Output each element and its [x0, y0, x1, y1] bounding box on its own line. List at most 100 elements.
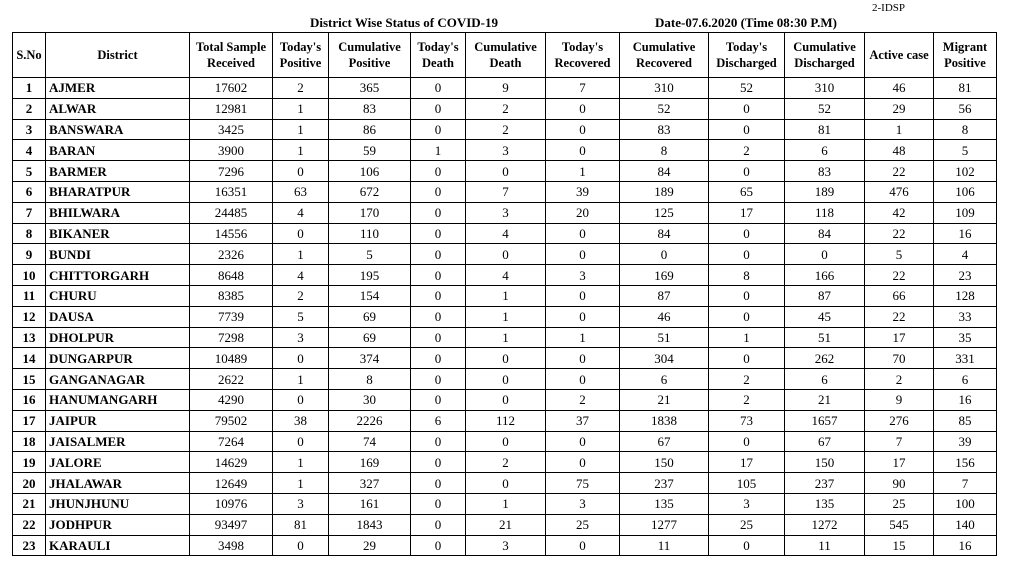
cell-todays-discharged: 0: [708, 97, 785, 120]
cell-todays-positive: 0: [272, 222, 329, 245]
cell-migrant-positive: 16: [933, 388, 997, 411]
cell-cumulative-recovered: 11: [619, 534, 709, 557]
cell-total-sample-received: 8385: [189, 284, 273, 307]
cell-migrant-positive: 106: [933, 180, 997, 203]
cell-total-sample-received: 2326: [189, 243, 273, 266]
cell-todays-positive: 0: [272, 347, 329, 370]
cell-cumulative-death: 0: [465, 472, 546, 494]
cell-district: BARAN: [45, 139, 190, 162]
cell-cumulative-recovered: 21: [619, 388, 709, 411]
cell-cumulative-positive: 374: [328, 347, 411, 370]
cell-cumulative-discharged: 6: [784, 139, 865, 162]
cell-active-case: 29: [864, 97, 934, 120]
cell-todays-positive: 1: [272, 243, 329, 266]
cell-cumulative-recovered: 52: [619, 97, 709, 120]
cell-cumulative-recovered: 8: [619, 139, 709, 162]
cell-migrant-positive: 85: [933, 409, 997, 432]
cell-total-sample-received: 8648: [189, 264, 273, 286]
cell-todays-recovered: 3: [545, 264, 620, 286]
cell-todays-recovered: 0: [545, 347, 620, 370]
cell-cumulative-discharged: 0: [784, 243, 865, 266]
table-row: 8 BIKANER 14556 0 110 0 4 0 84 0 84 22 16: [12, 222, 997, 245]
cell-migrant-positive: 16: [933, 222, 997, 245]
cell-cumulative-discharged: 118: [784, 201, 865, 224]
cell-active-case: 22: [864, 305, 934, 328]
cell-total-sample-received: 12649: [189, 472, 273, 494]
cell-todays-death: 0: [410, 264, 466, 286]
cell-cumulative-positive: 365: [328, 77, 411, 99]
cell-todays-death: 0: [410, 97, 466, 120]
table-row: 21 JHUNJHUNU 10976 3 161 0 1 3 135 3 135 25 100: [12, 492, 997, 515]
district-status-table: S.No District Total Sample Received Today's…: [12, 32, 997, 557]
cell-todays-recovered: 0: [545, 284, 620, 307]
cell-active-case: 17: [864, 326, 934, 349]
table-header-row: S.No District Total Sample Received Today's…: [12, 32, 997, 78]
cell-todays-discharged: 0: [708, 243, 785, 266]
cell-active-case: 1: [864, 118, 934, 141]
cell-migrant-positive: 8: [933, 118, 997, 141]
cell-cumulative-death: 3: [465, 139, 546, 162]
cell-cumulative-death: 21: [465, 513, 546, 536]
cell-cumulative-death: 3: [465, 534, 546, 557]
cell-migrant-positive: 56: [933, 97, 997, 120]
cell-todays-recovered: 1: [545, 160, 620, 182]
cell-cumulative-discharged: 11: [784, 534, 865, 557]
cell-cumulative-recovered: 67: [619, 430, 709, 453]
cell-todays-death: 6: [410, 409, 466, 432]
cell-todays-discharged: 73: [708, 409, 785, 432]
cell-cumulative-discharged: 81: [784, 118, 865, 141]
cell-district: JHALAWAR: [45, 472, 190, 494]
table-row: 15 GANGANAGAR 2622 1 8 0 0 0 6 2 6 2 6: [12, 368, 997, 390]
cell-cumulative-discharged: 189: [784, 180, 865, 203]
cell-todays-recovered: 0: [545, 97, 620, 120]
cell-cumulative-discharged: 135: [784, 492, 865, 515]
table-row: 1 AJMER 17602 2 365 0 9 7 310 52 310 46 81: [12, 77, 997, 99]
cell-cumulative-death: 112: [465, 409, 546, 432]
cell-active-case: 545: [864, 513, 934, 536]
cell-todays-positive: 0: [272, 160, 329, 182]
cell-active-case: 90: [864, 472, 934, 494]
cell-total-sample-received: 10976: [189, 492, 273, 515]
cell-cumulative-recovered: 135: [619, 492, 709, 515]
cell-sno: 3: [12, 118, 46, 141]
table-row: 11 CHURU 8385 2 154 0 1 0 87 0 87 66 128: [12, 284, 997, 307]
cell-todays-positive: 1: [272, 451, 329, 474]
cell-todays-death: 0: [410, 492, 466, 515]
cell-total-sample-received: 3498: [189, 534, 273, 557]
cell-total-sample-received: 12981: [189, 97, 273, 120]
cell-cumulative-death: 0: [465, 243, 546, 266]
cell-cumulative-discharged: 21: [784, 388, 865, 411]
cell-district: ALWAR: [45, 97, 190, 120]
cell-active-case: 276: [864, 409, 934, 432]
cell-cumulative-discharged: 67: [784, 430, 865, 453]
cell-active-case: 2: [864, 368, 934, 390]
cell-cumulative-recovered: 46: [619, 305, 709, 328]
cell-active-case: 22: [864, 160, 934, 182]
column-header-todays-death: Today's Death: [410, 32, 466, 78]
cell-todays-positive: 81: [272, 513, 329, 536]
cell-cumulative-positive: 2226: [328, 409, 411, 432]
cell-cumulative-death: 1: [465, 326, 546, 349]
cell-todays-death: 1: [410, 139, 466, 162]
cell-todays-discharged: 8: [708, 264, 785, 286]
cell-todays-positive: 1: [272, 139, 329, 162]
cell-district: JAIPUR: [45, 409, 190, 432]
cell-todays-discharged: 0: [708, 347, 785, 370]
cell-total-sample-received: 14556: [189, 222, 273, 245]
cell-cumulative-death: 0: [465, 160, 546, 182]
cell-cumulative-death: 0: [465, 347, 546, 370]
cell-todays-positive: 0: [272, 430, 329, 453]
cell-todays-recovered: 3: [545, 492, 620, 515]
column-header-active-case: Active case: [864, 32, 934, 78]
cell-todays-recovered: 0: [545, 118, 620, 141]
cell-cumulative-recovered: 51: [619, 326, 709, 349]
cell-todays-positive: 38: [272, 409, 329, 432]
table-row: 19 JALORE 14629 1 169 0 2 0 150 17 150 17 156: [12, 451, 997, 474]
cell-cumulative-positive: 106: [328, 160, 411, 182]
column-header-total-sample-received: Total Sample Received: [189, 32, 273, 78]
cell-migrant-positive: 16: [933, 534, 997, 557]
cell-cumulative-death: 7: [465, 180, 546, 203]
cell-todays-discharged: 0: [708, 305, 785, 328]
cell-cumulative-positive: 69: [328, 305, 411, 328]
cell-cumulative-positive: 30: [328, 388, 411, 411]
